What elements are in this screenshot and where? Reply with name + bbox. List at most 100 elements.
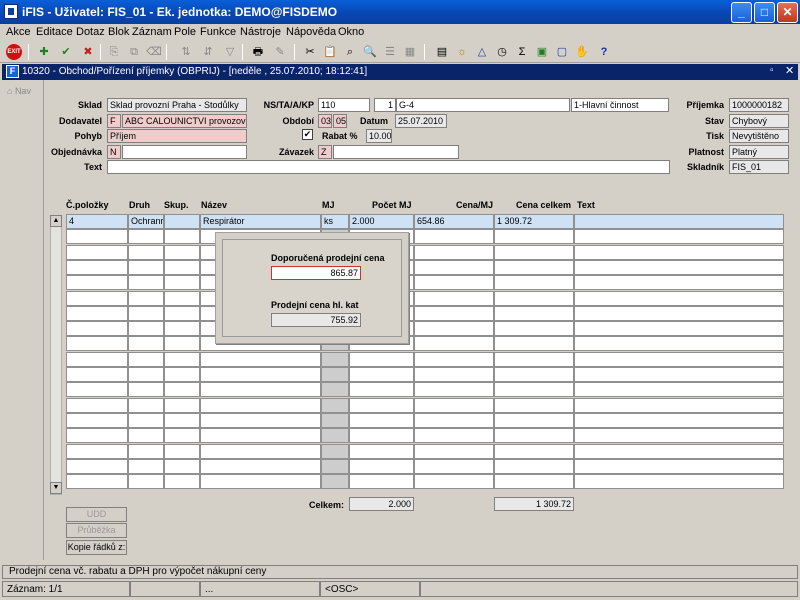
table-cell[interactable]: [349, 459, 414, 474]
table-cell[interactable]: [414, 444, 494, 459]
menu-dotaz[interactable]: Dotaz: [76, 26, 105, 38]
delete-record-icon[interactable]: ✖: [80, 44, 96, 60]
objednavka-field[interactable]: [122, 145, 247, 159]
table-cell[interactable]: [494, 275, 574, 290]
table-cell[interactable]: [66, 428, 128, 443]
exit-icon[interactable]: EXIT: [6, 44, 22, 60]
table-cell[interactable]: [574, 398, 784, 413]
row1-druh[interactable]: Ochranr: [128, 214, 164, 229]
table-cell[interactable]: [66, 321, 128, 336]
table-cell[interactable]: [164, 382, 200, 397]
window-icon[interactable]: ▢: [554, 44, 570, 60]
table-cell[interactable]: [128, 352, 164, 367]
ta-field[interactable]: 1: [374, 98, 396, 112]
dodavatel-code[interactable]: F: [107, 114, 121, 128]
filter-icon[interactable]: ▽: [222, 44, 238, 60]
table-cell[interactable]: [494, 367, 574, 382]
row1-nazev[interactable]: Respirátor: [200, 214, 321, 229]
table-cell[interactable]: [494, 245, 574, 260]
table-cell[interactable]: [66, 336, 128, 351]
print-icon[interactable]: 🖶: [250, 44, 266, 60]
table-cell[interactable]: [414, 413, 494, 428]
platnost-field[interactable]: Platný: [729, 145, 789, 159]
table-cell[interactable]: [414, 306, 494, 321]
objednavka-code[interactable]: N: [107, 145, 121, 159]
table-cell[interactable]: [66, 459, 128, 474]
table-cell[interactable]: [164, 428, 200, 443]
table-cell[interactable]: [414, 367, 494, 382]
excel-icon[interactable]: ▣: [534, 44, 550, 60]
table-cell[interactable]: [164, 229, 200, 244]
table-cell[interactable]: [128, 413, 164, 428]
table-cell[interactable]: [164, 413, 200, 428]
table-cell[interactable]: [128, 428, 164, 443]
table-cell[interactable]: [414, 459, 494, 474]
table-cell[interactable]: [414, 229, 494, 244]
skladnik-field[interactable]: FIS_01: [729, 160, 789, 174]
edit-icon[interactable]: ✎: [272, 44, 288, 60]
table-cell[interactable]: [200, 444, 321, 459]
minimize-button[interactable]: _: [731, 2, 752, 23]
prijemka-field[interactable]: 1000000182: [729, 98, 789, 112]
table-cell[interactable]: [66, 291, 128, 306]
doporucena-cena-field[interactable]: 865.87: [271, 266, 361, 280]
zavazek-field[interactable]: [333, 145, 459, 159]
table-cell[interactable]: [66, 398, 128, 413]
table-cell[interactable]: [574, 229, 784, 244]
row1-polozka[interactable]: 4: [66, 214, 128, 229]
table-cell[interactable]: [574, 260, 784, 275]
table-cell[interactable]: [321, 428, 349, 443]
table-cell[interactable]: [349, 474, 414, 489]
help-context-icon[interactable]: ✋: [574, 44, 590, 60]
table-cell[interactable]: [321, 382, 349, 397]
table-cell[interactable]: [349, 428, 414, 443]
copy-icon[interactable]: ⎘: [106, 44, 122, 60]
table-cell[interactable]: [164, 474, 200, 489]
row1-pocet[interactable]: 2.000: [349, 214, 414, 229]
table-cell[interactable]: [128, 474, 164, 489]
obdobi-year-field[interactable]: 03: [318, 114, 332, 128]
scroll-down-icon[interactable]: ▼: [50, 482, 62, 494]
sum-icon[interactable]: Σ: [514, 44, 530, 60]
datum-field[interactable]: 25.07.2010: [395, 114, 447, 128]
table-cell[interactable]: [66, 229, 128, 244]
triangle-icon[interactable]: △: [474, 44, 490, 60]
table-cell[interactable]: [128, 275, 164, 290]
table-cell[interactable]: [200, 459, 321, 474]
table-cell[interactable]: [494, 260, 574, 275]
table-cell[interactable]: [164, 291, 200, 306]
table-cell[interactable]: [128, 336, 164, 351]
table-cell[interactable]: [494, 352, 574, 367]
prubezka-button[interactable]: Průběžka: [66, 523, 127, 538]
table-cell[interactable]: [574, 336, 784, 351]
table-cell[interactable]: [66, 306, 128, 321]
table-cell[interactable]: [128, 367, 164, 382]
table-cell[interactable]: [414, 336, 494, 351]
table-cell[interactable]: [414, 275, 494, 290]
menu-blok[interactable]: Blok: [108, 26, 129, 38]
table-cell[interactable]: [494, 459, 574, 474]
row1-text[interactable]: [574, 214, 784, 229]
table-cell[interactable]: [164, 275, 200, 290]
table-cell[interactable]: [200, 367, 321, 382]
scroll-up-icon[interactable]: ▲: [50, 215, 62, 227]
table-cell[interactable]: [574, 459, 784, 474]
table-cell[interactable]: [414, 260, 494, 275]
table-cell[interactable]: [321, 352, 349, 367]
table-cell[interactable]: [200, 428, 321, 443]
table-cell[interactable]: [164, 459, 200, 474]
table-cell[interactable]: [66, 352, 128, 367]
grid-icon[interactable]: ▦: [402, 44, 418, 60]
text-field[interactable]: [107, 160, 670, 174]
help-icon[interactable]: ?: [596, 44, 612, 60]
table-cell[interactable]: [128, 306, 164, 321]
row1-celkem[interactable]: 1 309.72: [494, 214, 574, 229]
table-cell[interactable]: [494, 428, 574, 443]
table-cell[interactable]: [128, 229, 164, 244]
clock-icon[interactable]: ◷: [494, 44, 510, 60]
menu-napoveda[interactable]: Nápověda: [286, 26, 336, 38]
table-cell[interactable]: [321, 413, 349, 428]
table-cell[interactable]: [574, 275, 784, 290]
table-cell[interactable]: [574, 245, 784, 260]
table-cell[interactable]: [164, 260, 200, 275]
